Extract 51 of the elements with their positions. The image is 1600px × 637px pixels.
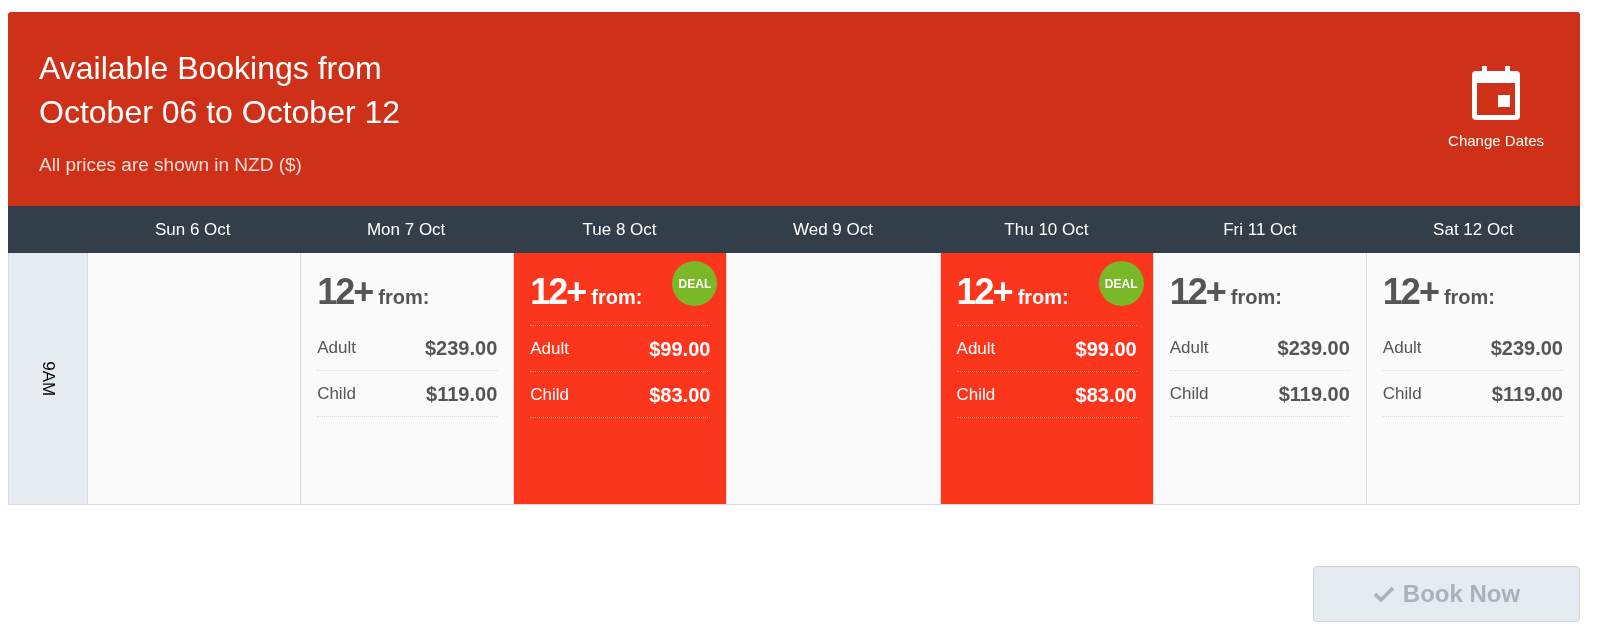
day-header: Tue 8 Oct <box>582 218 657 241</box>
deal-badge: DEAL <box>672 261 718 306</box>
deal-slot[interactable]: 12+ from: DEAL Adult $99.00 Child $83.00 <box>939 253 1153 504</box>
ticket-price: $83.00 <box>1075 382 1137 408</box>
day-header: Fri 11 Oct <box>1223 218 1297 241</box>
currency-note: All prices are shown in NZD ($) <box>39 153 303 177</box>
from-label: from: <box>1443 285 1496 310</box>
calendar-icon <box>1472 66 1521 120</box>
check-icon <box>1372 585 1395 603</box>
age-label: 12+ <box>317 271 373 313</box>
from-label: from: <box>378 285 430 310</box>
ticket-type: Adult <box>956 337 996 360</box>
booking-slot[interactable]: 12+ from: Adult $239.00 Child $119.00 <box>300 253 514 504</box>
ticket-price: $119.00 <box>426 381 498 407</box>
day-header: Sat 12 Oct <box>1433 218 1514 241</box>
age-label: 12+ <box>1382 271 1438 313</box>
age-label: 12+ <box>530 271 586 313</box>
header-title: Available Bookings from <box>39 49 383 88</box>
ticket-price: $239.00 <box>425 335 498 361</box>
ticket-type: Adult <box>317 336 356 359</box>
day-header: Mon 7 Oct <box>366 218 446 241</box>
header-title: October 06 to October 12 <box>39 93 401 132</box>
ticket-price: $99.00 <box>1075 336 1137 362</box>
from-label: from: <box>1230 285 1282 310</box>
ticket-price: $239.00 <box>1490 335 1563 361</box>
ticket-price: $99.00 <box>649 336 711 362</box>
day-header: Thu 10 Oct <box>1004 218 1089 241</box>
booking-slot[interactable]: 12+ from: Adult $239.00 Child $119.00 <box>1365 253 1579 504</box>
change-dates-button[interactable]: Change Dates <box>1448 46 1544 153</box>
ticket-type: Child <box>317 382 356 405</box>
booking-slot[interactable]: 12+ from: Adult $239.00 Child $119.00 <box>1152 253 1366 504</box>
day-header: Sun 6 Oct <box>154 218 231 241</box>
age-label: 12+ <box>1169 271 1225 313</box>
day-header: Wed 9 Oct <box>793 218 873 241</box>
deal-badge: DEAL <box>1098 261 1144 306</box>
ticket-type: Adult <box>530 337 570 360</box>
time-label: 9AM <box>37 361 59 396</box>
from-label: from: <box>591 285 643 310</box>
ticket-price: $239.00 <box>1277 335 1350 361</box>
ticket-type: Child <box>1382 382 1422 405</box>
ticket-type: Child <box>530 383 570 406</box>
ticket-price: $119.00 <box>1491 381 1563 407</box>
ticket-type: Child <box>956 383 996 406</box>
ticket-price: $83.00 <box>649 382 711 408</box>
age-label: 12+ <box>956 271 1012 313</box>
deal-slot[interactable]: 12+ from: DEAL Adult $99.00 Child $83.00 <box>513 253 727 504</box>
ticket-type: Adult <box>1169 336 1209 359</box>
ticket-type: Child <box>1169 382 1209 405</box>
from-label: from: <box>1017 285 1069 310</box>
ticket-type: Adult <box>1382 336 1422 359</box>
ticket-price: $119.00 <box>1278 381 1350 407</box>
